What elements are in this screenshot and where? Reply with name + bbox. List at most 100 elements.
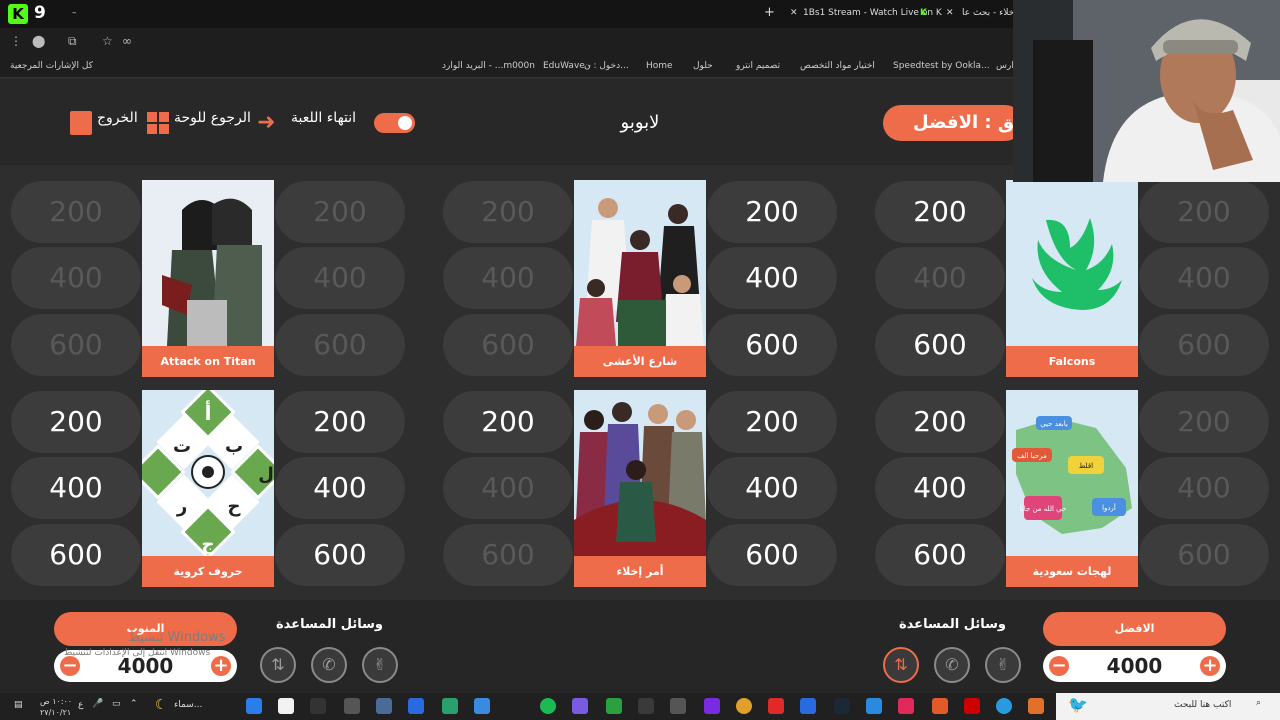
exit-button[interactable]: الخروج — [97, 110, 138, 126]
app-icon[interactable] — [408, 698, 424, 714]
app-icon[interactable] — [932, 698, 948, 714]
app-icon[interactable] — [898, 698, 914, 714]
app-icon[interactable] — [964, 698, 980, 714]
bookmark-item[interactable]: تصميم انترو — [736, 61, 780, 71]
minus-button[interactable]: − — [60, 656, 80, 676]
arrow-right-icon[interactable]: ➜ — [257, 112, 275, 134]
question-400-button[interactable]: 400 — [11, 247, 141, 309]
question-200-button[interactable]: 200 — [1139, 181, 1269, 243]
plus-button[interactable]: + — [1200, 656, 1220, 676]
minimize-icon[interactable]: – — [72, 8, 77, 18]
question-600-button[interactable]: 600 — [707, 314, 837, 376]
bookmark-item[interactable]: اختيار مواد التخصص — [800, 61, 875, 71]
app-icon[interactable] — [572, 698, 588, 714]
app-icon[interactable] — [866, 698, 882, 714]
phone-call-icon[interactable]: ✆ — [311, 647, 347, 683]
question-400-button[interactable]: 400 — [11, 457, 141, 519]
end-game-button[interactable]: انتهاء اللعبة — [291, 110, 356, 126]
question-400-button[interactable]: 400 — [443, 247, 573, 309]
question-200-button[interactable]: 200 — [275, 391, 405, 453]
notifications-icon[interactable]: ▤ — [14, 700, 23, 710]
question-400-button[interactable]: 400 — [443, 457, 573, 519]
question-200-button[interactable]: 200 — [707, 391, 837, 453]
bookmark-item[interactable]: حلول — [693, 61, 713, 71]
network-icon[interactable]: ▭ — [112, 699, 121, 709]
bookmark-item[interactable]: Home — [646, 61, 673, 71]
bookmark-item[interactable]: EduWave - — [543, 61, 591, 71]
app-icon[interactable] — [670, 698, 686, 714]
question-400-button[interactable]: 400 — [707, 457, 837, 519]
microphone-icon[interactable]: 🎤 — [92, 699, 103, 709]
back-to-board-button[interactable]: الرجوع للوحة — [174, 110, 251, 126]
bookmark-item[interactable]: Speedtest by Ookla... — [893, 61, 990, 71]
question-600-button[interactable]: 600 — [1139, 524, 1269, 586]
app-icon[interactable] — [344, 698, 360, 714]
peace-hand-icon[interactable]: ✌ — [362, 647, 398, 683]
extension-icon[interactable]: ⬤ — [32, 34, 45, 48]
share-icon[interactable]: ⧉ — [68, 34, 77, 49]
app-icon[interactable] — [442, 698, 458, 714]
question-200-button[interactable]: 200 — [1139, 391, 1269, 453]
chrome-icon[interactable] — [736, 698, 752, 714]
question-600-button[interactable]: 600 — [275, 314, 405, 376]
kick-logo-icon[interactable]: K — [8, 4, 28, 24]
tab-close-icon[interactable]: ✕ — [790, 8, 798, 18]
question-400-button[interactable]: 400 — [1139, 247, 1269, 309]
app-icon[interactable] — [704, 698, 720, 714]
end-game-toggle[interactable] — [374, 113, 415, 133]
exit-icon[interactable] — [70, 111, 92, 135]
question-600-button[interactable]: 600 — [1139, 314, 1269, 376]
question-400-button[interactable]: 400 — [1139, 457, 1269, 519]
app-icon[interactable] — [638, 698, 654, 714]
peace-hand-icon[interactable]: ✌ — [985, 647, 1021, 683]
question-200-button[interactable]: 200 — [707, 181, 837, 243]
question-400-button[interactable]: 400 — [875, 247, 1005, 309]
app-icon[interactable] — [246, 698, 262, 714]
spotify-icon[interactable] — [540, 698, 556, 714]
clock[interactable]: ١٠:٠٠ ص ٢٧/١٠/٢١ — [40, 696, 72, 718]
app-icon[interactable] — [310, 698, 326, 714]
question-600-button[interactable]: 600 — [443, 524, 573, 586]
question-200-button[interactable]: 200 — [875, 181, 1005, 243]
question-400-button[interactable]: 400 — [275, 457, 405, 519]
steam-icon[interactable] — [834, 698, 850, 714]
question-200-button[interactable]: 200 — [11, 181, 141, 243]
language-indicator[interactable]: ع — [78, 700, 83, 710]
menu-dots-icon[interactable]: ⋮ — [10, 34, 22, 48]
app-icon[interactable] — [376, 698, 392, 714]
plus-button[interactable]: + — [211, 656, 231, 676]
question-200-button[interactable]: 200 — [443, 181, 573, 243]
question-600-button[interactable]: 600 — [275, 524, 405, 586]
incognito-icon[interactable]: ∞ — [122, 34, 132, 48]
question-600-button[interactable]: 600 — [875, 524, 1005, 586]
app-icon[interactable] — [1028, 698, 1044, 714]
bookmark-star-icon[interactable]: ☆ — [102, 34, 113, 48]
bookmark-item[interactable]: البريد الوارد - ...m000n — [442, 61, 535, 71]
youtube-icon[interactable] — [768, 698, 784, 714]
app-icon[interactable] — [800, 698, 816, 714]
question-200-button[interactable]: 200 — [443, 391, 573, 453]
minus-button[interactable]: − — [1049, 656, 1069, 676]
show-hidden-icon[interactable]: ⌃ — [130, 699, 138, 709]
question-600-button[interactable]: 600 — [11, 524, 141, 586]
edge-icon[interactable] — [996, 698, 1012, 714]
all-bookmarks-link[interactable]: كل الإشارات المرجعية — [10, 61, 93, 71]
new-tab-icon[interactable]: + — [764, 5, 775, 20]
question-600-button[interactable]: 600 — [707, 524, 837, 586]
question-200-button[interactable]: 200 — [275, 181, 405, 243]
app-icon[interactable] — [278, 698, 294, 714]
weather-text[interactable]: سماء... — [174, 700, 202, 710]
swap-question-icon[interactable]: ⇅ — [883, 647, 919, 683]
question-600-button[interactable]: 600 — [11, 314, 141, 376]
question-400-button[interactable]: 400 — [275, 247, 405, 309]
question-200-button[interactable]: 200 — [875, 391, 1005, 453]
board-grid-icon[interactable] — [147, 112, 169, 134]
question-400-button[interactable]: 400 — [707, 247, 837, 309]
swap-question-icon[interactable]: ⇅ — [260, 647, 296, 683]
taskbar-search-box[interactable]: 🐦 اكتب هنا للبحث ⌕ — [1056, 693, 1280, 720]
question-600-button[interactable]: 600 — [443, 314, 573, 376]
app-icon[interactable] — [606, 698, 622, 714]
question-200-button[interactable]: 200 — [11, 391, 141, 453]
phone-call-icon[interactable]: ✆ — [934, 647, 970, 683]
question-400-button[interactable]: 400 — [875, 457, 1005, 519]
